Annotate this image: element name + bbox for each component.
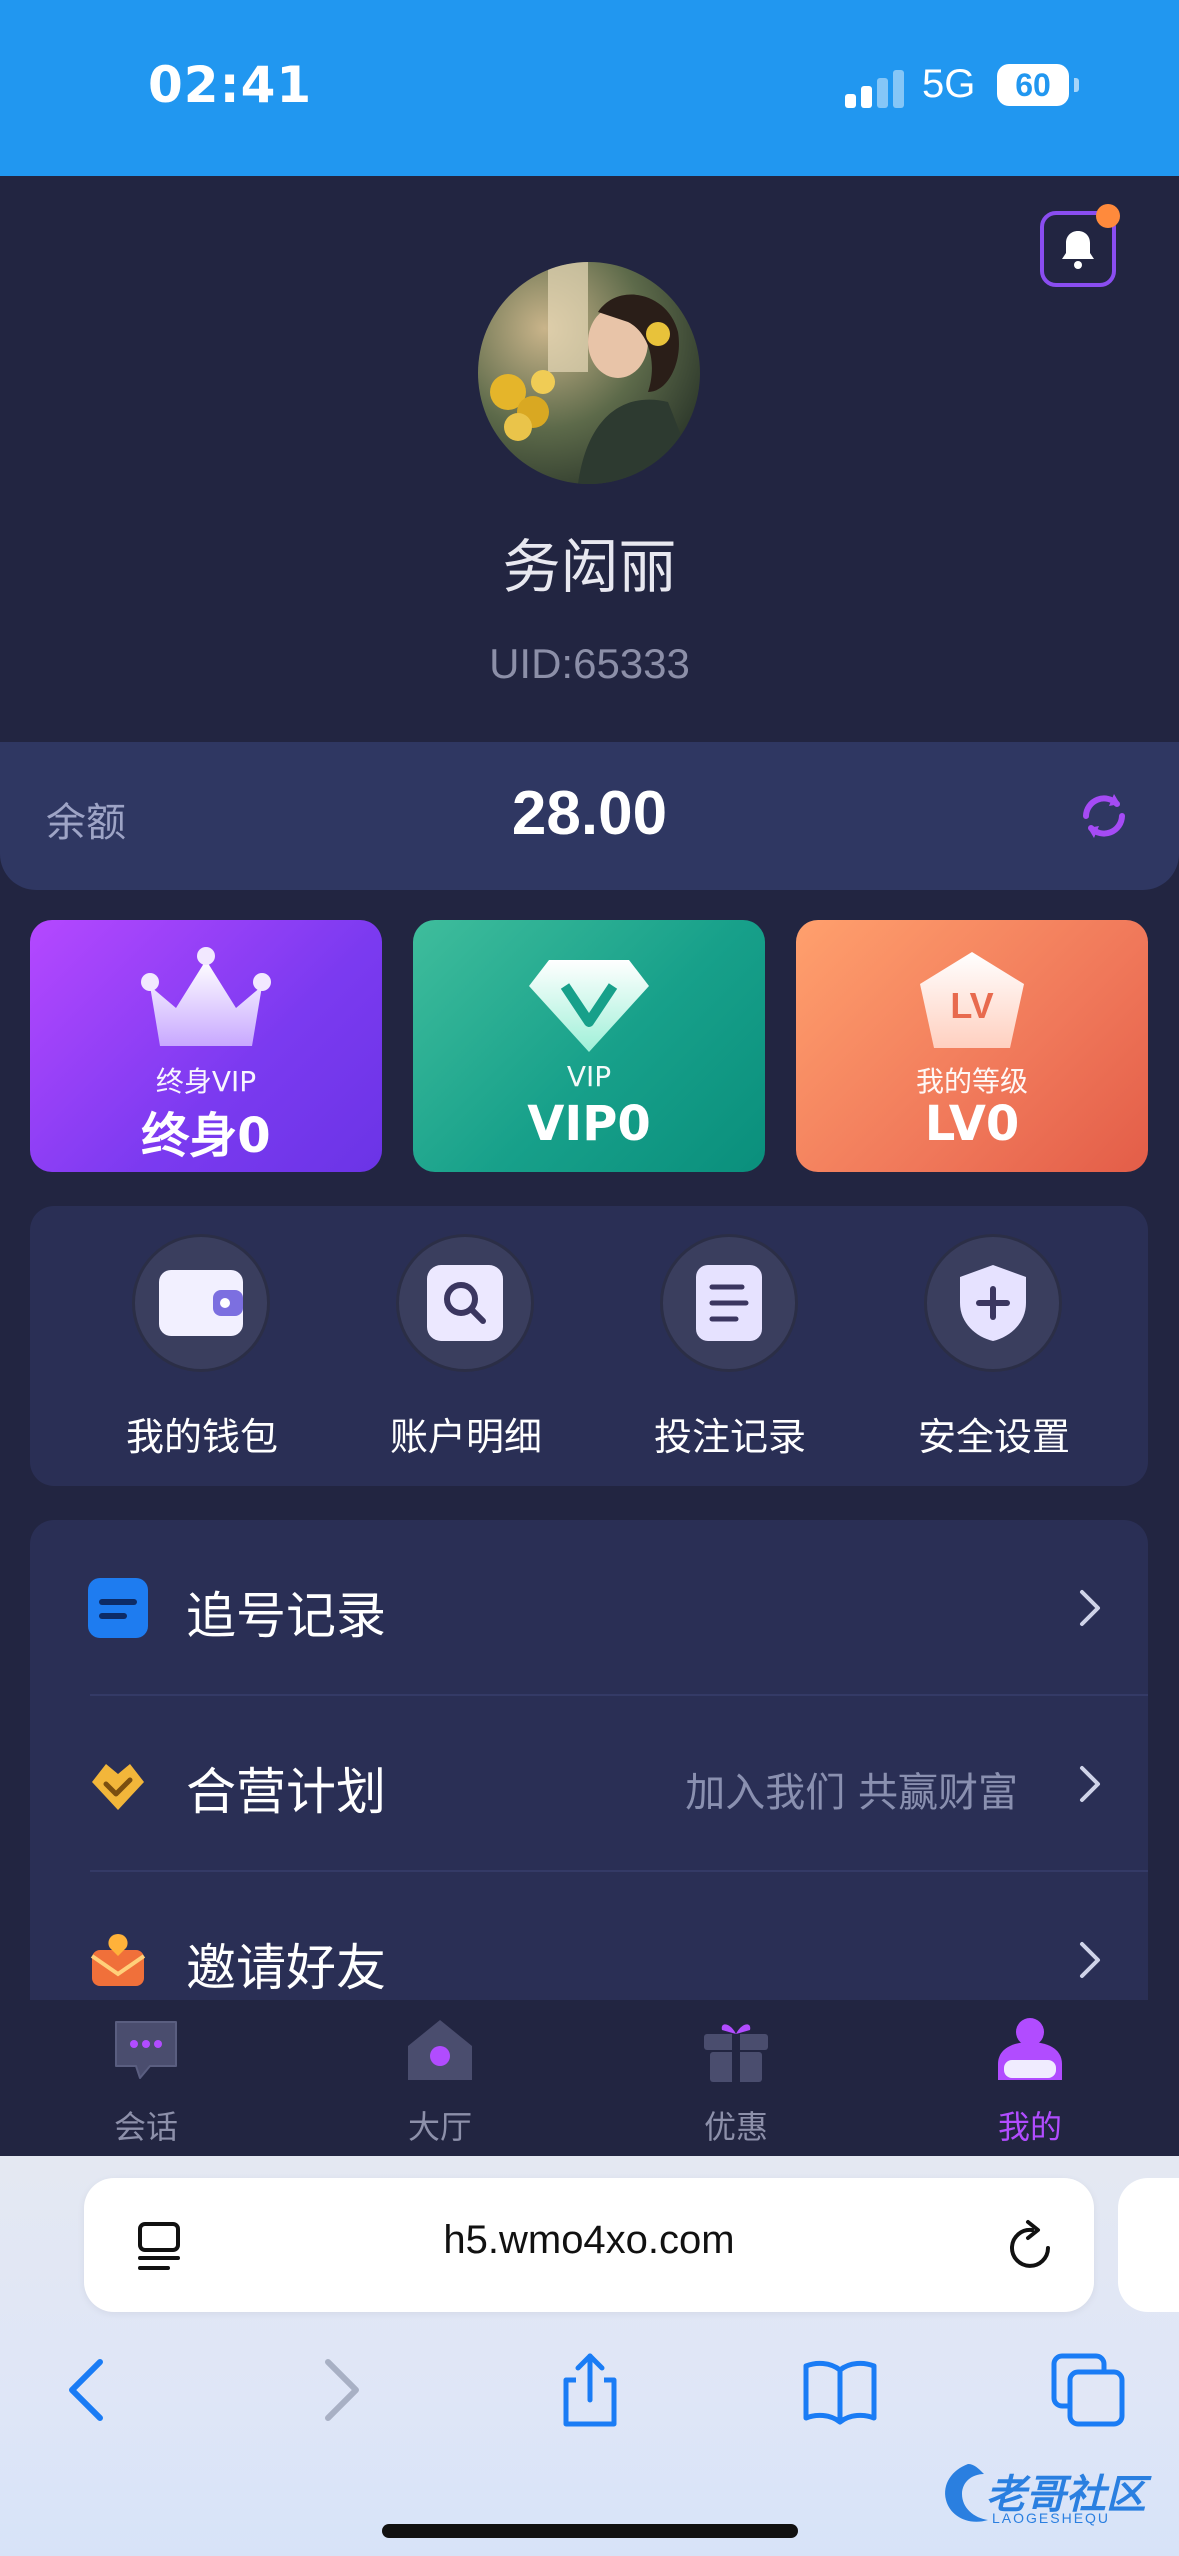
- refresh-icon[interactable]: [1074, 786, 1134, 846]
- chat-icon: [115, 2021, 177, 2079]
- action-label: 投注记录: [653, 1415, 806, 1459]
- url-text: h5.wmo4xo.com: [443, 2218, 735, 2262]
- search-icon: [427, 1265, 503, 1341]
- username: 务闳丽: [502, 533, 677, 601]
- document-icon: [696, 1265, 762, 1341]
- bell-icon: [1062, 231, 1094, 269]
- balance-value: 28.00: [511, 779, 668, 848]
- status-time: 02:41: [148, 56, 313, 114]
- menu-label: 邀请好友: [186, 1939, 386, 1997]
- bookmarks-icon[interactable]: [800, 2350, 880, 2430]
- menu-item-invite-friends[interactable]: 邀请好友: [30, 1872, 1148, 2000]
- level-badge-icon: LV: [920, 952, 1024, 1048]
- menu-item-partner-plan[interactable]: 合营计划 加入我们 共赢财富: [30, 1696, 1148, 1872]
- action-wallet[interactable]: 我的钱包: [82, 1234, 302, 1474]
- tabs-icon[interactable]: [1048, 2350, 1128, 2430]
- handshake-icon: [92, 1764, 144, 1810]
- home-icon: [408, 2020, 472, 2080]
- back-icon[interactable]: [48, 2350, 128, 2430]
- action-label: 我的钱包: [125, 1415, 278, 1459]
- crown-icon: [141, 947, 271, 1046]
- battery-tip: [1074, 78, 1079, 92]
- home-indicator: [382, 2524, 798, 2538]
- vip-card[interactable]: VIP VIP0: [413, 920, 765, 1172]
- chevron-right-icon: [1080, 1766, 1100, 1802]
- menu-label: 追号记录: [186, 1587, 386, 1645]
- watermark-logo: 老哥社区 LAOGESHEQU: [938, 2456, 1168, 2536]
- forward-icon[interactable]: [300, 2350, 380, 2430]
- card-main-label: 终身0: [141, 1108, 271, 1164]
- diamond-icon: [529, 960, 649, 1052]
- menu-list: 追号记录 合营计划 加入我们 共赢财富 邀请好友: [30, 1520, 1148, 2000]
- tab-label: 我的: [997, 2108, 1062, 2146]
- action-label: 账户明细: [389, 1415, 542, 1459]
- quick-actions: 我的钱包 账户明细 投注记录 安全设置: [30, 1206, 1148, 1486]
- tab-chat[interactable]: 会话: [46, 2014, 246, 2154]
- action-account-details[interactable]: 账户明细: [346, 1234, 566, 1474]
- card-main-label: VIP0: [527, 1096, 651, 1152]
- notification-dot: [1096, 204, 1120, 228]
- list-icon: [88, 1578, 148, 1638]
- battery-icon: 60: [997, 64, 1069, 106]
- menu-item-tracking-records[interactable]: 追号记录: [30, 1520, 1148, 1696]
- avatar[interactable]: [478, 262, 700, 484]
- level-badge-text: LV: [950, 985, 993, 1026]
- next-tab-preview[interactable]: [1118, 2178, 1179, 2312]
- status-bar: 02:41 5G 60: [0, 0, 1179, 176]
- bottom-tab-bar: 会话 大厅 优惠 我的: [0, 2000, 1179, 2156]
- signal-icon: [845, 68, 905, 108]
- chevron-right-icon: [1080, 1590, 1100, 1626]
- gift-icon: [704, 2024, 768, 2082]
- tab-promotions[interactable]: 优惠: [636, 2014, 836, 2154]
- network-type: 5G: [922, 62, 976, 106]
- wallet-icon: [159, 1270, 243, 1336]
- chevron-right-icon: [1080, 1942, 1100, 1978]
- tab-label: 会话: [113, 2108, 178, 2146]
- level-card[interactable]: LV 我的等级 LV0: [796, 920, 1148, 1172]
- tab-label: 优惠: [703, 2108, 768, 2146]
- tab-label: 大厅: [407, 2108, 472, 2146]
- profile-icon: [998, 2018, 1062, 2080]
- share-icon[interactable]: [550, 2350, 630, 2430]
- card-sub-label: 我的等级: [915, 1065, 1028, 1098]
- reload-icon[interactable]: [1002, 2218, 1058, 2274]
- invite-icon: [90, 1934, 146, 1986]
- menu-hint: 加入我们 共赢财富: [685, 1770, 1018, 1816]
- balance-bar: 余额 28.00: [0, 742, 1179, 890]
- address-bar[interactable]: h5.wmo4xo.com: [84, 2178, 1094, 2312]
- menu-label: 合营计划: [186, 1763, 386, 1821]
- shield-icon: [960, 1265, 1026, 1341]
- action-label: 安全设置: [917, 1415, 1070, 1459]
- action-security-settings[interactable]: 安全设置: [874, 1234, 1094, 1474]
- user-id: UID:65333: [489, 640, 690, 687]
- card-sub-label: 终身VIP: [155, 1065, 257, 1098]
- tab-mine[interactable]: 我的: [930, 2014, 1130, 2154]
- action-bet-records[interactable]: 投注记录: [610, 1234, 830, 1474]
- browser-toolbar: h5.wmo4xo.com 老哥社区 LAOGESHEQU: [0, 2156, 1179, 2556]
- lifetime-vip-card[interactable]: 终身VIP 终身0: [30, 920, 382, 1172]
- card-sub-label: VIP: [566, 1060, 612, 1093]
- tab-lobby[interactable]: 大厅: [340, 2014, 540, 2154]
- card-main-label: LV0: [924, 1096, 1020, 1152]
